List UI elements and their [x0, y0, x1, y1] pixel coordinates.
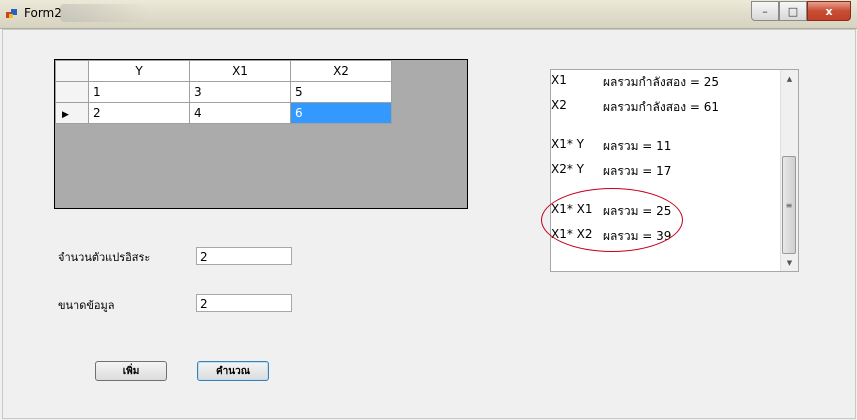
variable-count-label: จำนวนตัวแปรอิสระ	[58, 251, 151, 264]
grid-cell-selected[interactable]: 6	[290, 102, 392, 124]
grid-cell[interactable]: 5	[290, 81, 392, 103]
grid-row-header[interactable]	[55, 81, 89, 103]
grid-row[interactable]: ▶ 2 4 6	[55, 102, 392, 124]
close-button[interactable]: x	[807, 1, 851, 21]
grid-column-header[interactable]: X2	[290, 60, 392, 82]
title-blur	[60, 4, 150, 22]
scroll-thumb[interactable]: ≡	[782, 156, 796, 254]
current-row-arrow-icon: ▶	[62, 110, 69, 120]
vertical-scrollbar[interactable]: ▲ ≡ ▼	[780, 70, 798, 271]
scroll-up-arrow-icon[interactable]: ▲	[781, 70, 798, 87]
calculate-button[interactable]: คำนวณ	[197, 361, 269, 381]
maximize-button[interactable]: □	[779, 1, 807, 21]
data-size-label: ขนาดข้อมูล	[58, 299, 115, 312]
grid-column-header[interactable]: Y	[88, 60, 190, 82]
window-title: Form2	[24, 6, 62, 20]
grid-cell[interactable]: 4	[189, 102, 291, 124]
variable-count-input[interactable]: 2	[196, 247, 292, 265]
highlight-ellipse	[541, 188, 683, 252]
app-icon	[6, 9, 17, 18]
grid-cell[interactable]: 1	[88, 81, 190, 103]
grid-header-row: Y X1 X2	[55, 60, 392, 82]
grid-row-header[interactable]: ▶	[55, 102, 89, 124]
grid-column-header[interactable]: X1	[189, 60, 291, 82]
minimize-button[interactable]: –	[751, 1, 779, 21]
grid-row[interactable]: 1 3 5	[55, 81, 392, 103]
scroll-down-arrow-icon[interactable]: ▼	[781, 254, 798, 271]
grid-cell[interactable]: 3	[189, 81, 291, 103]
window-controls: – □ x	[751, 1, 851, 21]
grid-cell[interactable]: 2	[88, 102, 190, 124]
grid-corner[interactable]	[55, 60, 89, 82]
add-button[interactable]: เพิ่ม	[95, 361, 167, 381]
data-grid[interactable]: Y X1 X2 1 3 5 ▶ 2 4 6	[54, 59, 468, 209]
data-size-input[interactable]: 2	[196, 294, 292, 312]
title-bar: Form2 – □ x	[0, 0, 857, 29]
